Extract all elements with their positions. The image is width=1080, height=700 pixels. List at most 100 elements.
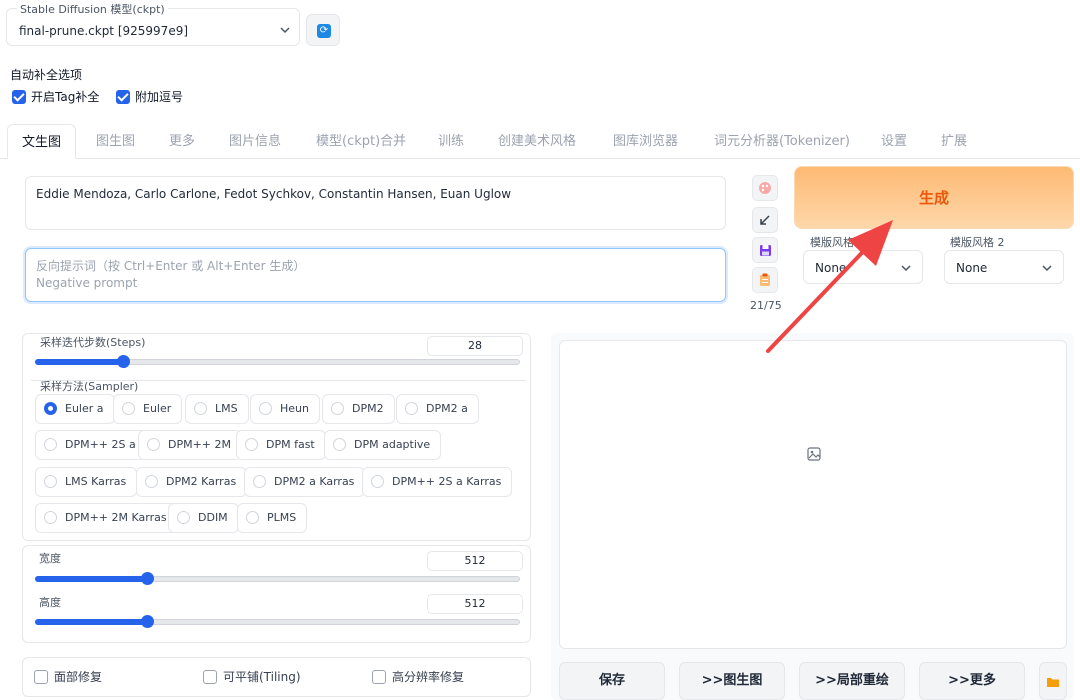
checkbox-icon — [372, 669, 386, 684]
tab-bar: 文生图 图生图 更多 图片信息 模型(ckpt)合并 训练 创建美术风格 图库浏… — [0, 124, 1080, 159]
autocomplete-comma-checkbox[interactable]: 附加逗号 — [116, 88, 183, 105]
annotation-arrow-icon — [766, 220, 893, 353]
chevron-down-icon — [1042, 265, 1052, 272]
interrogate-button[interactable] — [752, 175, 778, 201]
radio-icon — [333, 437, 346, 451]
height-slider-fill — [35, 619, 149, 625]
model-select-label: Stable Diffusion 模型(ckpt) — [17, 1, 168, 17]
sampler-option-dpm2-a-karras[interactable]: DPM2 a Karras — [244, 467, 366, 497]
refresh-icon: ⟳ — [317, 24, 331, 38]
sampler-option-lms[interactable]: LMS — [185, 394, 249, 424]
sampler-option-dpm2-karras[interactable]: DPM2 Karras — [136, 467, 248, 497]
hires-fix-checkbox[interactable]: 高分辨率修复 — [372, 668, 464, 685]
tab-settings[interactable]: 设置 — [867, 124, 921, 159]
height-input[interactable]: 512 — [427, 594, 523, 614]
radio-icon — [44, 437, 57, 451]
model-select-value: final-prune.ckpt [925997e9] — [19, 24, 189, 38]
tab-png-info[interactable]: 图片信息 — [215, 124, 295, 159]
radio-icon — [259, 401, 272, 415]
tab-train[interactable]: 训练 — [424, 124, 478, 159]
tiling-checkbox[interactable]: 可平铺(Tiling) — [203, 668, 301, 685]
face-restore-checkbox[interactable]: 面部修复 — [34, 668, 102, 685]
radio-icon — [194, 401, 207, 415]
style-select-2-value: None — [956, 261, 988, 275]
tab-create-style[interactable]: 创建美术风格 — [484, 124, 590, 159]
image-output — [559, 340, 1067, 649]
radio-icon — [245, 437, 258, 451]
radio-icon — [246, 510, 259, 524]
sampler-option-dpm-fast[interactable]: DPM fast — [236, 430, 326, 460]
steps-slider-thumb[interactable] — [116, 355, 130, 368]
prompt-textarea[interactable]: Eddie Mendoza, Carlo Carlone, Fedot Sych… — [25, 176, 726, 230]
radio-selected-icon — [44, 401, 57, 415]
save-button[interactable]: 保存 — [559, 662, 665, 700]
radio-icon — [145, 474, 158, 488]
radio-icon — [405, 401, 418, 415]
sampler-option-dpmpp-2m[interactable]: DPM++ 2M — [138, 430, 243, 460]
steps-input[interactable]: 28 — [427, 336, 523, 356]
sampler-option-dpmpp-2s-a[interactable]: DPM++ 2S a — [35, 430, 147, 460]
tab-extras[interactable]: 更多 — [155, 124, 209, 159]
checkbox-icon — [34, 669, 48, 684]
folder-icon — [1047, 678, 1059, 687]
width-slider[interactable] — [35, 572, 520, 585]
sampler-option-ddim[interactable]: DDIM — [168, 503, 239, 533]
image-placeholder-icon — [807, 447, 821, 461]
sampler-option-euler-a[interactable]: Euler a — [35, 394, 115, 424]
send-to-extras-button[interactable]: >>更多 — [919, 662, 1025, 700]
sampler-label: 采样方法(Sampler) — [40, 380, 139, 393]
width-label: 宽度 — [39, 552, 61, 565]
radio-icon — [44, 474, 57, 488]
steps-slider-fill — [35, 359, 124, 365]
sampler-option-lms-karras[interactable]: LMS Karras — [35, 467, 138, 497]
radio-icon — [177, 510, 190, 524]
tab-checkpoint-merger[interactable]: 模型(ckpt)合并 — [302, 124, 420, 159]
checkbox-checked-icon — [116, 89, 130, 104]
negative-prompt-placeholder-en: Negative prompt — [36, 276, 138, 290]
style-select-2[interactable]: None — [944, 250, 1064, 284]
sampler-option-dpmpp-2m-karras[interactable]: DPM++ 2M Karras — [35, 503, 178, 533]
checkbox-icon — [203, 669, 217, 684]
height-slider-thumb[interactable] — [141, 615, 155, 628]
width-input[interactable]: 512 — [427, 551, 523, 571]
checkbox-checked-icon — [12, 89, 26, 104]
radio-icon — [371, 474, 384, 488]
tab-img2img[interactable]: 图生图 — [82, 124, 149, 159]
sampler-option-euler[interactable]: Euler — [113, 394, 183, 424]
chevron-down-icon — [280, 27, 290, 34]
autocomplete-tag-checkbox[interactable]: 开启Tag补全 — [12, 88, 99, 105]
height-label: 高度 — [39, 596, 61, 609]
sampler-option-heun[interactable]: Heun — [250, 394, 320, 424]
sampler-option-dpmpp-2s-a-karras[interactable]: DPM++ 2S a Karras — [362, 467, 513, 497]
chevron-down-icon — [901, 265, 911, 272]
sampler-option-dpm2[interactable]: DPM2 — [322, 394, 395, 424]
radio-icon — [253, 474, 266, 488]
sampler-option-dpm2-a[interactable]: DPM2 a — [396, 394, 479, 424]
height-slider[interactable] — [35, 615, 520, 628]
steps-slider[interactable] — [35, 355, 520, 368]
steps-label: 采样迭代步数(Steps) — [37, 334, 149, 350]
radio-icon — [331, 401, 344, 415]
model-select[interactable]: Stable Diffusion 模型(ckpt) final-prune.ck… — [6, 1, 300, 46]
radio-icon — [122, 401, 135, 415]
palette-icon — [759, 182, 771, 194]
tab-txt2img[interactable]: 文生图 — [7, 124, 77, 159]
send-to-img2img-button[interactable]: >>图生图 — [679, 662, 785, 700]
style-select-2-label: 模版风格 2 — [948, 234, 1007, 250]
open-folder-button[interactable] — [1039, 662, 1067, 700]
width-slider-fill — [35, 576, 149, 582]
tab-image-browser[interactable]: 图库浏览器 — [599, 124, 692, 159]
negative-prompt-textarea[interactable]: 反向提示词（按 Ctrl+Enter 或 Alt+Enter 生成） Negat… — [25, 248, 726, 302]
sampler-option-plms[interactable]: PLMS — [237, 503, 308, 533]
radio-icon — [147, 437, 160, 451]
sampling-panel: 采样迭代步数(Steps) 28 采样方法(Sampler) Euler a E… — [22, 333, 531, 541]
send-to-inpaint-button[interactable]: >>局部重绘 — [799, 662, 905, 700]
radio-icon — [44, 510, 57, 524]
negative-prompt-placeholder: 反向提示词（按 Ctrl+Enter 或 Alt+Enter 生成） — [36, 259, 306, 273]
sampler-option-dpm-adaptive[interactable]: DPM adaptive — [324, 430, 442, 460]
tab-tokenizer[interactable]: 词元分析器(Tokenizer) — [700, 124, 864, 159]
refresh-model-button[interactable]: ⟳ — [306, 14, 340, 46]
width-slider-thumb[interactable] — [141, 572, 155, 585]
size-panel: 宽度 512 高度 512 — [22, 545, 531, 643]
tab-extensions[interactable]: 扩展 — [927, 124, 981, 159]
